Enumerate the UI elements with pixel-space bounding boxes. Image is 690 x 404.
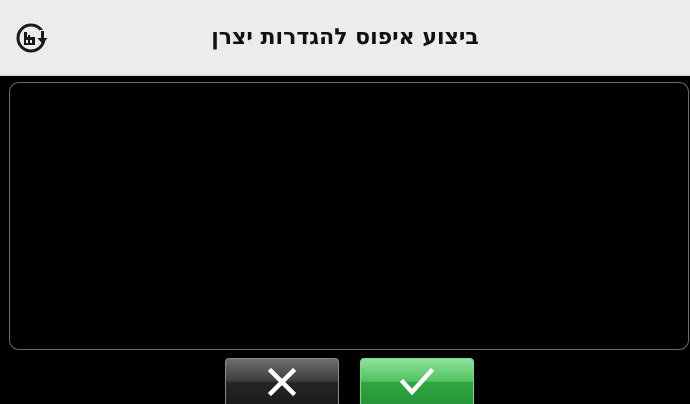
reset-dialog-screen: ביצוע איפוס להגדרות יצרן <box>0 0 690 404</box>
dialog-header: ביצוע איפוס להגדרות יצרן <box>0 0 690 76</box>
confirm-button[interactable] <box>360 358 474 404</box>
dialog-message-panel <box>9 82 689 350</box>
cancel-button[interactable] <box>225 358 339 404</box>
factory-reset-icon <box>15 21 49 55</box>
dialog-title: ביצוע איפוס להגדרות יצרן <box>211 25 479 50</box>
